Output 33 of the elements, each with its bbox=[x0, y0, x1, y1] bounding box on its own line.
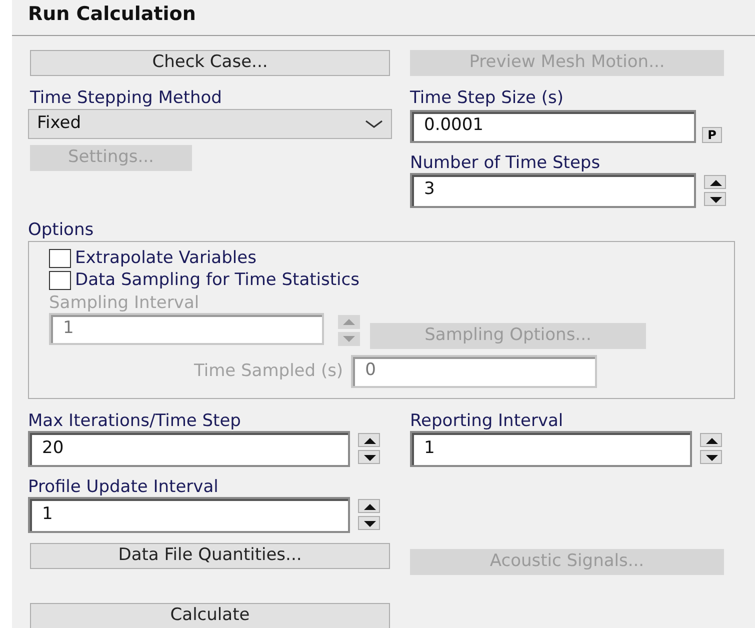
field-label: Time Step Size (s) bbox=[410, 88, 565, 108]
field-label: Reporting Interval bbox=[410, 410, 564, 430]
panel-title: Run Calculation bbox=[28, 2, 196, 27]
input-field[interactable]: 0.0001 bbox=[410, 110, 696, 142]
field-label: Time Sampled (s) bbox=[194, 361, 344, 381]
checkbox[interactable] bbox=[49, 271, 71, 290]
dropdown[interactable]: Fixed bbox=[28, 108, 392, 138]
field-label: Number of Time Steps bbox=[410, 152, 602, 172]
spin-up-icon[interactable] bbox=[358, 499, 380, 513]
input-field[interactable]: 1 bbox=[28, 496, 350, 532]
spin-up-icon[interactable] bbox=[700, 433, 722, 447]
spin-down-icon[interactable] bbox=[358, 450, 380, 464]
calculate-button[interactable]: Calculate bbox=[30, 602, 390, 628]
check-case-button[interactable]: Check Case... bbox=[30, 50, 390, 76]
data-file-quantities-button[interactable]: Data File Quantities... bbox=[30, 542, 390, 568]
spin-down-icon[interactable] bbox=[700, 450, 722, 464]
spin-up-icon[interactable] bbox=[358, 433, 380, 447]
checkbox[interactable] bbox=[49, 249, 71, 268]
checkbox-label: Data Sampling for Time Statistics bbox=[75, 268, 360, 292]
spin-up-icon[interactable] bbox=[704, 174, 726, 188]
parameter-button[interactable]: P bbox=[702, 126, 722, 142]
checkbox-label: Extrapolate Variables bbox=[75, 246, 256, 270]
field-label: Max Iterations/Time Step bbox=[28, 410, 242, 430]
spin-down-icon[interactable] bbox=[358, 516, 380, 530]
input-field[interactable]: 1 bbox=[410, 430, 692, 466]
chevron-down-icon bbox=[365, 118, 383, 128]
spin-down-icon[interactable] bbox=[704, 192, 726, 206]
field-label: Options bbox=[28, 220, 95, 240]
input-field[interactable]: 20 bbox=[28, 430, 350, 466]
field-label: Profile Update Interval bbox=[28, 476, 220, 496]
field-label: Time Stepping Method bbox=[30, 88, 223, 108]
input-field[interactable]: 3 bbox=[410, 172, 696, 208]
field-label: Sampling Interval bbox=[49, 292, 200, 312]
